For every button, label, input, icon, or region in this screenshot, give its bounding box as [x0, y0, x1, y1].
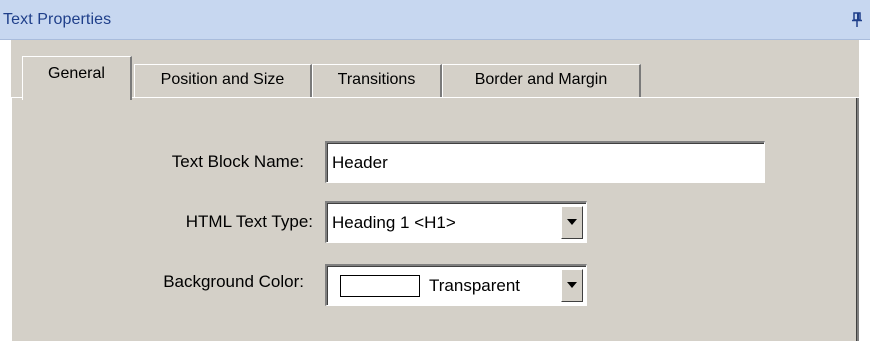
- panel-titlebar: Text Properties: [0, 0, 870, 40]
- background-color-dropdown-button[interactable]: [561, 269, 583, 302]
- text-block-name-label: Text Block Name:: [171, 152, 304, 171]
- tab-transitions[interactable]: Transitions: [312, 64, 442, 97]
- html-text-type-dropdown-button[interactable]: [561, 206, 583, 239]
- panel-title: Text Properties: [3, 11, 112, 28]
- chevron-down-icon: [567, 282, 577, 288]
- pin-icon[interactable]: [851, 12, 863, 28]
- chevron-down-icon: [567, 219, 577, 225]
- tab-strip: General Position and Size Transitions Bo…: [11, 40, 859, 100]
- text-block-name-input[interactable]: Header: [325, 141, 765, 183]
- html-text-type-select[interactable]: Heading 1 <H1>: [325, 201, 587, 243]
- tab-general[interactable]: General: [22, 56, 132, 100]
- background-color-label: Background Color:: [163, 272, 304, 291]
- tab-position-and-size[interactable]: Position and Size: [134, 64, 312, 97]
- background-color-value: Transparent: [429, 276, 521, 295]
- html-text-type-value: Heading 1 <H1>: [332, 213, 456, 232]
- html-text-type-label: HTML Text Type:: [185, 212, 313, 231]
- background-color-select[interactable]: Transparent: [325, 264, 587, 306]
- color-swatch: [340, 275, 420, 297]
- tab-border-and-margin[interactable]: Border and Margin: [442, 64, 641, 97]
- tab-baseline: [11, 97, 859, 98]
